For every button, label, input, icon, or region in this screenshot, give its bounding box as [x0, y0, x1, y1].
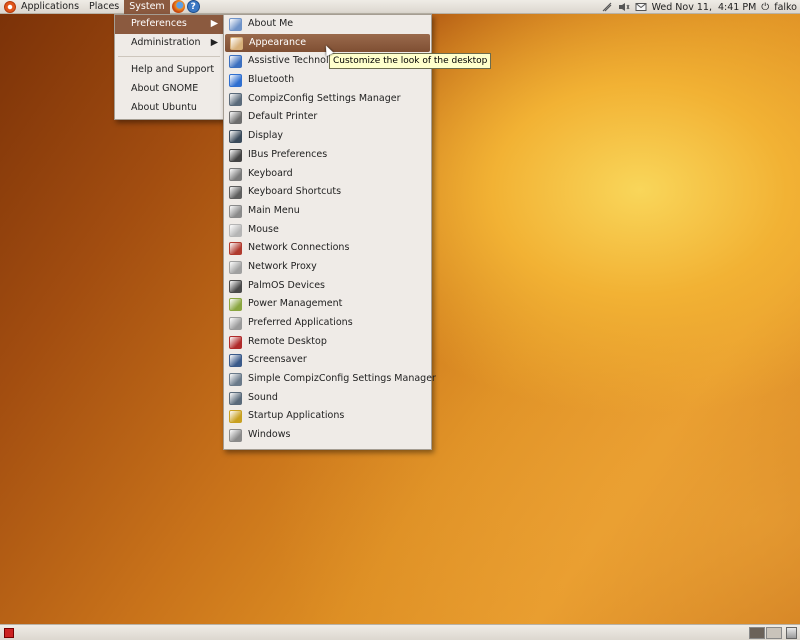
about-me-icon: [229, 18, 242, 31]
menu-item-about-me[interactable]: About Me: [224, 15, 431, 34]
menu-item-label: PalmOS Devices: [248, 279, 325, 291]
menu-item-windows[interactable]: Windows: [224, 426, 431, 445]
workspace-2[interactable]: [766, 626, 782, 639]
windows-icon: [229, 429, 242, 443]
places-menu[interactable]: Places: [84, 0, 124, 14]
menu-item-default-printer[interactable]: Default Printer: [224, 108, 431, 127]
menu-item-label: Screensaver: [248, 354, 307, 366]
menu-item-label: Network Proxy: [248, 260, 317, 272]
power-icon: [229, 298, 242, 312]
accessibility-icon: [229, 55, 242, 69]
menu-item-display[interactable]: Display: [224, 127, 431, 146]
menu-item-power-management[interactable]: Power Management: [224, 295, 431, 314]
remote-desktop-icon: [229, 335, 242, 349]
menu-item-ibus-preferences[interactable]: IBus Preferences: [224, 146, 431, 165]
menu-item-simple-compizconfig-settings-manager[interactable]: Simple CompizConfig Settings Manager: [224, 370, 436, 389]
menu-item-label: Preferred Applications: [248, 317, 353, 328]
top-panel: Applications Places System ? Wed Nov 11,…: [0, 0, 800, 14]
menu-item-label: IBus Preferences: [248, 148, 328, 160]
bluetooth-icon: [229, 74, 242, 88]
sound-icon: [229, 391, 242, 405]
keyboard-shortcuts-icon: [229, 186, 242, 200]
ibus-icon: [229, 148, 242, 162]
system-menu: Preferences ▶ Administration ▶ Help and …: [114, 14, 224, 120]
mail-icon[interactable]: [635, 2, 647, 12]
menu-item-label: About Me: [248, 18, 294, 29]
menu-item-sound[interactable]: Sound: [224, 389, 431, 408]
tooltip: Customize the look of the desktop: [329, 53, 492, 69]
menu-item-help-and-support[interactable]: Help and Support: [115, 61, 223, 80]
help-icon[interactable]: ?: [186, 0, 200, 13]
menu-item-network-proxy[interactable]: Network Proxy: [224, 258, 431, 277]
clock[interactable]: Wed Nov 11, 4:41 PM: [652, 2, 757, 13]
menu-item-label: Bluetooth: [248, 74, 295, 86]
network-proxy-icon: [229, 260, 242, 274]
menu-item-label: Appearance: [249, 36, 307, 48]
display-icon: [229, 130, 242, 144]
network-connections-icon: [229, 242, 242, 256]
system-tray: Wed Nov 11, 4:41 PM ⏻ falko: [601, 0, 797, 14]
trash-icon[interactable]: [786, 626, 797, 639]
menu-item-label: Keyboard: [248, 167, 293, 179]
menu-item-startup-applications[interactable]: Startup Applications: [224, 407, 431, 426]
screensaver-icon: [229, 354, 242, 368]
menu-item-label: Main Menu: [248, 204, 300, 216]
menu-item-keyboard-shortcuts[interactable]: Keyboard Shortcuts: [224, 183, 431, 202]
submenu-arrow-icon: ▶: [210, 36, 218, 48]
menu-item-label: Remote Desktop: [248, 335, 327, 347]
menu-item-label: Mouse: [248, 223, 279, 235]
system-menu-button[interactable]: System: [124, 0, 170, 14]
menu-item-label: Network Connections: [248, 242, 350, 254]
printer-icon: [229, 111, 242, 125]
network-icon[interactable]: [601, 2, 613, 12]
show-desktop-icon[interactable]: [4, 627, 14, 638]
palm-icon: [229, 279, 242, 293]
menu-item-label: CompizConfig Settings Manager: [248, 92, 401, 104]
menu-item-main-menu[interactable]: Main Menu: [224, 202, 431, 221]
user-name[interactable]: falko: [774, 2, 797, 13]
menu-item-label: Sound: [248, 391, 278, 403]
menu-item-screensaver[interactable]: Screensaver: [224, 351, 431, 370]
power-icon[interactable]: ⏻: [761, 2, 769, 13]
menu-item-label: Windows: [248, 429, 291, 441]
menu-item-label: Startup Applications: [248, 410, 345, 422]
ubuntu-logo-icon: [4, 0, 16, 13]
menu-item-preferences[interactable]: Preferences ▶: [115, 15, 223, 34]
submenu-arrow-icon: ▶: [210, 18, 218, 29]
menu-item-label: Display: [248, 130, 284, 142]
menu-item-administration[interactable]: Administration ▶: [115, 34, 223, 53]
preferences-submenu: About Me Appearance Assistive Technologies…: [223, 14, 436, 450]
mouse-icon: [229, 223, 242, 237]
applications-menu[interactable]: Applications: [16, 0, 84, 14]
bottom-panel: [0, 624, 800, 640]
menu-item-compizconfig-settings-manager[interactable]: CompizConfig Settings Manager: [224, 90, 431, 109]
appearance-icon: [230, 36, 243, 50]
menu-item-label: Preferences: [131, 18, 187, 29]
menu-item-label: Administration: [131, 36, 201, 48]
workspace-1[interactable]: [749, 626, 765, 639]
menu-item-palmos-devices[interactable]: PalmOS Devices: [224, 277, 431, 296]
menu-item-bluetooth[interactable]: Bluetooth: [224, 71, 431, 90]
menu-item-network-connections[interactable]: Network Connections: [224, 239, 431, 258]
menu-item-label: Keyboard Shortcuts: [248, 186, 342, 198]
menu-item-keyboard[interactable]: Keyboard: [224, 165, 431, 184]
menu-item-remote-desktop[interactable]: Remote Desktop: [224, 333, 431, 352]
keyboard-icon: [229, 167, 242, 181]
preferred-apps-icon: [229, 317, 242, 330]
compizconfig-icon: [229, 92, 242, 106]
volume-icon[interactable]: [618, 2, 630, 12]
main-menu-icon: [229, 204, 242, 218]
simple-ccsm-icon: [229, 373, 242, 387]
menu-item-preferred-applications[interactable]: Preferred Applications: [224, 314, 431, 333]
firefox-icon[interactable]: [171, 0, 185, 13]
menu-item-about-ubuntu[interactable]: About Ubuntu: [115, 99, 223, 118]
menu-item-mouse[interactable]: Mouse: [224, 221, 431, 240]
menu-item-label: Power Management: [248, 298, 343, 310]
menu-item-about-gnome[interactable]: About GNOME: [115, 80, 223, 99]
menu-item-label: Simple CompizConfig Settings Manager: [248, 373, 436, 385]
menu-item-label: Default Printer: [248, 111, 318, 123]
menu-separator: [118, 56, 220, 58]
startup-icon: [229, 410, 242, 424]
